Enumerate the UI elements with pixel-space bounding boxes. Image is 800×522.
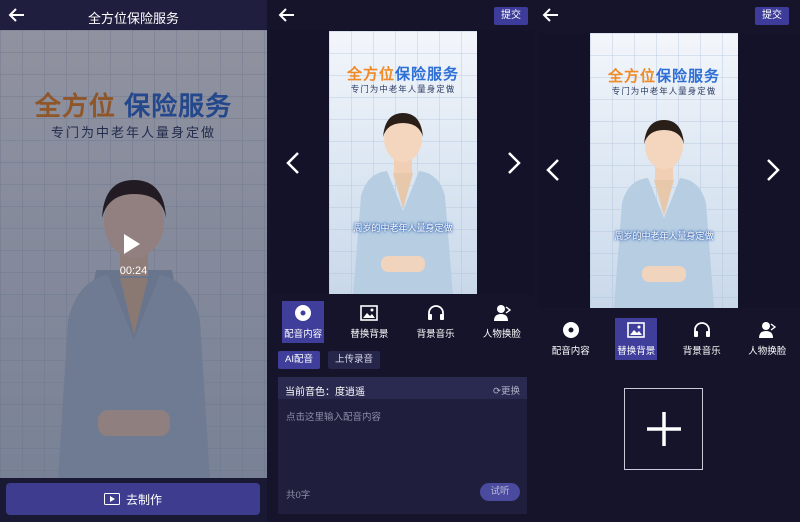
tool-background[interactable]: 替换背景 xyxy=(604,317,670,361)
voiceover-text-input[interactable]: 点击这里输入配音内容 xyxy=(286,409,381,423)
submit-button[interactable]: 提交 xyxy=(494,7,528,25)
tool-face-swap[interactable]: 人物换脸 xyxy=(469,300,535,344)
video-duration: 00:24 xyxy=(119,265,148,277)
tool-music[interactable]: 背景音乐 xyxy=(669,317,735,361)
user-swap-icon xyxy=(759,322,777,338)
poster-headline: 全方位保险服务 xyxy=(607,68,721,85)
change-voice-button[interactable]: ⟳更换 xyxy=(493,383,520,397)
headphones-icon xyxy=(427,305,444,320)
tool-music[interactable]: 背景音乐 xyxy=(403,300,469,344)
change-label: 更换 xyxy=(500,386,520,397)
page-title: 全方位保险服务 xyxy=(87,11,179,26)
tool-bar: 配音内容 替换背景 背景音乐 人物换脸 xyxy=(538,317,800,361)
poster-headline: 全方位保险服务 xyxy=(346,66,460,83)
tool-label: 替换背景 xyxy=(350,329,389,340)
voiceover-editor-screen: 提交 全方位保险服务 专门为中老年人量身定做 周岁的中老年人量身定做 配音内容 xyxy=(270,0,535,522)
tool-face-swap[interactable]: 人物换脸 xyxy=(735,317,800,361)
video-preview-screen: 全方位 保险服务 专门为中老年人量身定做 全方位保险服务 00:24 去制作 xyxy=(0,0,267,522)
tool-voiceover[interactable]: 配音内容 xyxy=(270,300,336,344)
play-icon[interactable] xyxy=(124,234,140,254)
disc-icon xyxy=(295,305,312,321)
ai-voice-tab[interactable]: AI配音 xyxy=(278,351,320,369)
submit-button[interactable]: 提交 xyxy=(755,7,789,25)
top-bar: 提交 xyxy=(538,0,800,30)
tool-label: 配音内容 xyxy=(551,346,590,357)
listen-button[interactable]: 试听 xyxy=(480,483,520,501)
subtitle-caption: 周岁的中老年人量身定做 xyxy=(614,231,714,241)
tool-bar: 配音内容 替换背景 背景音乐 人物换脸 xyxy=(270,300,535,344)
user-swap-icon xyxy=(493,305,511,321)
headphones-icon xyxy=(693,322,710,337)
back-arrow-icon[interactable] xyxy=(542,6,560,24)
back-arrow-icon[interactable] xyxy=(278,6,296,24)
video-preview[interactable]: 全方位保险服务 专门为中老年人量身定做 周岁的中老年人量身定做 xyxy=(329,31,477,294)
next-arrow-icon[interactable] xyxy=(766,158,780,182)
top-bar: 全方位保险服务 xyxy=(0,0,267,30)
tool-label: 背景音乐 xyxy=(416,329,455,340)
prev-arrow-icon[interactable] xyxy=(286,151,300,175)
disc-icon xyxy=(562,322,579,338)
go-make-label: 去制作 xyxy=(125,492,162,507)
char-count: 共0字 xyxy=(286,490,311,501)
presenter-figure xyxy=(353,113,453,294)
tool-voiceover[interactable]: 配音内容 xyxy=(538,317,604,361)
prev-arrow-icon[interactable] xyxy=(546,158,560,182)
background-editor-screen: 提交 全方位保险服务 专门为中老年人量身定做 周岁的中老年人量身定做 配音内容 … xyxy=(538,0,800,522)
tool-background[interactable]: 替换背景 xyxy=(336,300,402,344)
go-make-button[interactable]: 去制作 xyxy=(6,483,260,515)
current-voice: 当前音色：度逍遥 xyxy=(285,387,365,398)
tool-label: 配音内容 xyxy=(284,329,323,340)
upload-background-button[interactable] xyxy=(624,388,703,470)
poster-subline: 专门为中老年人量身定做 xyxy=(611,86,717,96)
video-preview[interactable]: 全方位保险服务 专门为中老年人量身定做 周岁的中老年人量身定做 xyxy=(590,33,738,308)
refresh-icon: ⟳ xyxy=(493,386,501,397)
voiceover-panel: 当前音色：度逍遥 ⟳更换 点击这里输入配音内容 共0字 试听 xyxy=(278,377,527,514)
upload-recording-tab[interactable]: 上传录音 xyxy=(328,351,381,369)
presenter-figure xyxy=(614,120,714,308)
plus-icon xyxy=(646,412,681,446)
image-icon xyxy=(627,322,646,338)
tool-label: 替换背景 xyxy=(617,346,656,357)
tool-label: 人物换脸 xyxy=(482,329,521,340)
tool-label: 背景音乐 xyxy=(682,346,721,357)
poster-subline: 专门为中老年人量身定做 xyxy=(350,84,456,94)
next-arrow-icon[interactable] xyxy=(507,151,521,175)
image-icon xyxy=(360,305,379,321)
top-bar: 提交 xyxy=(270,0,535,30)
video-play-icon xyxy=(103,493,120,505)
subtitle-caption: 周岁的中老年人量身定做 xyxy=(353,223,453,233)
tool-label: 人物换脸 xyxy=(748,346,787,357)
